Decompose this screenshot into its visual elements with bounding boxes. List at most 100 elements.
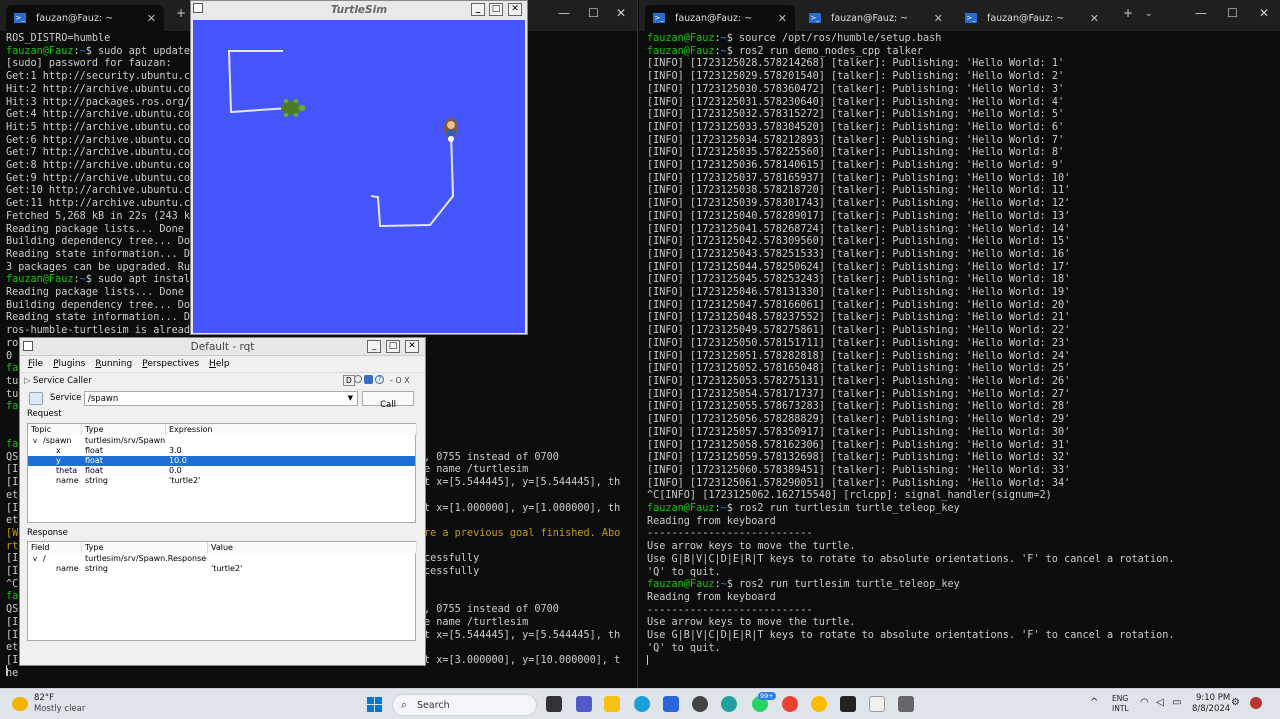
close-window-icon[interactable]: ✕	[616, 6, 626, 20]
maximize-button[interactable]: □	[489, 3, 503, 16]
table-row[interactable]: v/spawn turtlesim/srv/Spawn	[28, 436, 415, 446]
log-timestamp: 1723125043.578251533	[696, 248, 819, 260]
edge-icon[interactable]	[634, 696, 650, 712]
close-window-icon[interactable]: ✕	[1259, 6, 1269, 20]
language-indicator[interactable]: ENG	[1112, 694, 1128, 703]
weather-temp[interactable]: 82°F	[34, 693, 54, 703]
menu-running[interactable]: Running	[95, 359, 132, 369]
reload-icon[interactable]	[364, 375, 373, 384]
battery-icon[interactable]: ▭	[1172, 697, 1181, 708]
turtlesim-titlebar[interactable]: TurtleSim _ □ ✕	[191, 1, 527, 19]
column-header[interactable]: Field	[28, 542, 82, 553]
minimize-icon[interactable]: —	[1195, 6, 1207, 20]
search-box[interactable]: ⌕ Search	[392, 694, 537, 716]
volume-icon[interactable]: ◁	[1156, 697, 1164, 708]
teams-icon[interactable]	[576, 696, 592, 712]
close-tab-icon[interactable]: ✕	[1090, 12, 1099, 25]
log-count: 24'	[1051, 350, 1071, 362]
weather-desc[interactable]: Mostly clear	[34, 704, 85, 714]
output-text: [I	[6, 464, 19, 476]
table-row[interactable]: name string 'turtle2'	[28, 564, 415, 574]
security-icon[interactable]	[1250, 697, 1262, 709]
language-indicator-sub[interactable]: INTL	[1112, 704, 1129, 713]
rqt-window[interactable]: Default - rqt _ □ ✕ File Plugins Running…	[19, 337, 426, 666]
rqt-menubar: File Plugins Running Perspectives Help	[20, 356, 425, 373]
terminal-tab[interactable]: >_ fauzan@Fauz: ~ ✕	[645, 5, 795, 31]
table-row[interactable]: name string 'turtle2'	[28, 476, 415, 486]
window-menu-icon[interactable]	[23, 341, 33, 351]
menu-file[interactable]: File	[28, 359, 43, 369]
collapse-icon[interactable]: ▷	[24, 376, 31, 386]
response-table[interactable]: Field Type Value v / turtlesim/srv/Spawn.R…	[27, 541, 417, 641]
menu-plugins[interactable]: Plugins	[53, 359, 85, 369]
column-header[interactable]: Topic	[28, 424, 82, 435]
turtle-trails	[227, 50, 458, 228]
maximize-icon[interactable]: ☐	[588, 6, 599, 20]
call-button[interactable]: Call	[362, 391, 414, 410]
log-message: ] [talker]: Publishing: 'Hello World:	[818, 134, 1052, 146]
menu-perspectives[interactable]: Perspectives	[142, 359, 199, 369]
settings-icon[interactable]	[354, 375, 362, 383]
chrome-icon[interactable]	[811, 696, 827, 712]
log-timestamp: 1723125031.578230640	[696, 96, 819, 108]
refresh-services-icon[interactable]	[29, 392, 43, 405]
file-explorer-icon[interactable]	[604, 696, 620, 712]
table-row[interactable]: y float 10.0	[28, 456, 415, 466]
close-button[interactable]: ✕	[405, 340, 419, 353]
new-tab-icon[interactable]: +	[1123, 6, 1133, 20]
close-tab-icon[interactable]: ✕	[934, 12, 943, 25]
service-select[interactable]: /spawn ▼	[84, 391, 358, 406]
notification-icon[interactable]: ⚙	[1231, 697, 1240, 708]
wifi-icon[interactable]: ◠	[1140, 697, 1149, 708]
column-header[interactable]: Type	[82, 542, 208, 553]
dock-icon[interactable]: D	[343, 375, 355, 386]
chrome-icon[interactable]	[782, 696, 798, 712]
dell-icon[interactable]	[692, 696, 708, 712]
app-grid-icon[interactable]	[898, 696, 914, 712]
minimize-button[interactable]: _	[367, 340, 381, 353]
rqt-titlebar[interactable]: Default - rqt _ □ ✕	[20, 338, 425, 356]
log-prefix: [INFO] [	[647, 121, 697, 133]
output-text: Building dependency tree... Don	[6, 299, 197, 311]
close-tab-icon[interactable]: ✕	[147, 12, 156, 25]
plugin-window-controls[interactable]: - O X	[390, 376, 410, 385]
terminal-tab[interactable]: >_ fauzan@Fauz: ~ ✕	[957, 5, 1107, 31]
chevron-up-icon[interactable]: ^	[1090, 697, 1098, 708]
notification-badge: 99+	[758, 692, 776, 700]
windows-start-icon[interactable]	[367, 697, 382, 712]
terminal-tab[interactable]: >_ fauzan@Fauz: ~ ✕	[6, 5, 164, 31]
column-header[interactable]: Value	[208, 542, 417, 553]
close-tab-icon[interactable]: ✕	[778, 12, 787, 25]
terminal-app-icon[interactable]	[840, 696, 856, 712]
table-row[interactable]: x float 3.0	[28, 446, 415, 456]
linux-icon[interactable]	[869, 696, 885, 712]
column-header[interactable]: Expression	[166, 424, 417, 435]
arduino-icon[interactable]	[721, 696, 737, 712]
log-prefix: [INFO] [	[647, 312, 697, 324]
table-row[interactable]: v / turtlesim/srv/Spawn.Response	[28, 554, 415, 564]
column-header[interactable]: Type	[82, 424, 166, 435]
minimize-button[interactable]: _	[471, 3, 485, 16]
request-table[interactable]: Topic Type Expression v/spawn turtlesim/s…	[27, 423, 417, 523]
turtlesim-window[interactable]: TurtleSim _ □ ✕	[190, 0, 528, 335]
maximize-button[interactable]: □	[386, 340, 400, 353]
minimize-icon[interactable]: —	[558, 6, 570, 20]
teleop-text: ---------------------------	[647, 604, 813, 616]
terminal-icon: >_	[965, 13, 977, 23]
clock-date[interactable]: 8/8/2024	[1192, 704, 1230, 714]
log-prefix: [INFO] [	[647, 71, 697, 83]
clock-time[interactable]: 9:10 PM	[1196, 693, 1230, 703]
store-icon[interactable]	[663, 696, 679, 712]
terminal-tab[interactable]: >_ fauzan@Fauz: ~ ✕	[801, 5, 951, 31]
weather-icon[interactable]	[12, 697, 28, 711]
help-icon[interactable]: ?	[375, 375, 384, 384]
menu-help[interactable]: Help	[209, 359, 230, 369]
window-menu-icon[interactable]	[193, 3, 203, 13]
talker-log-line: [INFO] [1723125032.578315272] [talker]: …	[647, 109, 1174, 122]
close-button[interactable]: ✕	[508, 3, 522, 16]
chevron-down-icon[interactable]: ⌄	[1145, 9, 1153, 19]
table-row[interactable]: theta float 0.0	[28, 466, 415, 476]
maximize-icon[interactable]: ☐	[1227, 6, 1238, 20]
task-view-icon[interactable]	[546, 696, 562, 712]
new-tab-icon[interactable]: +	[176, 6, 186, 20]
